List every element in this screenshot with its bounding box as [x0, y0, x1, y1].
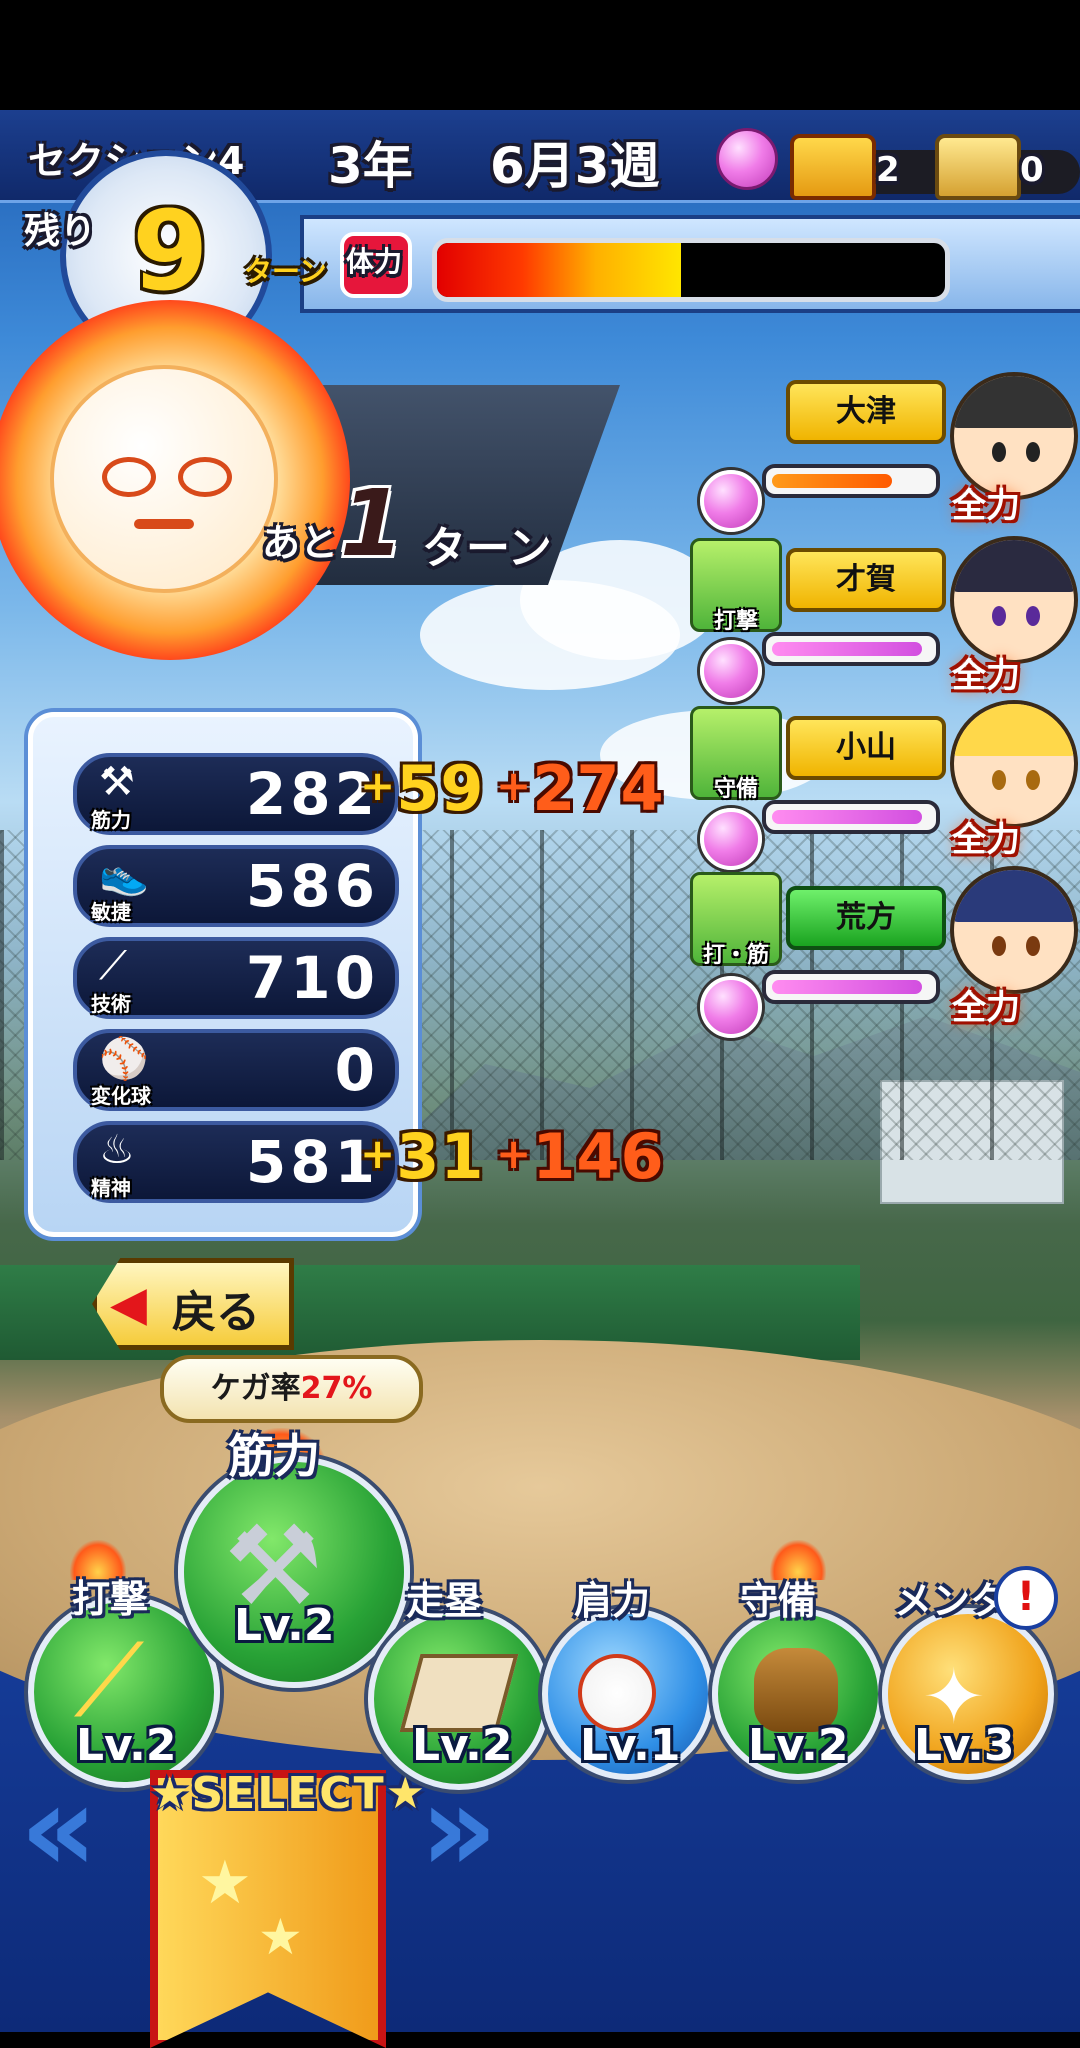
training-label: 守備	[740, 1579, 817, 1623]
pink-orb-icon	[700, 470, 762, 532]
arrow-left-icon: ◀	[110, 1276, 147, 1332]
chest-count: 0	[1020, 150, 1044, 190]
stat-value: 710	[245, 944, 379, 1012]
remaining-label: 残り	[24, 211, 97, 252]
stat-row-spirit: ♨ 精神 581	[73, 1121, 399, 1203]
alert-icon: !	[994, 1566, 1058, 1630]
date-label: 6月3週	[490, 137, 660, 195]
angry-ball-icon	[50, 365, 278, 593]
training-level: Lv.1	[580, 1720, 681, 1771]
partner-name-plate[interactable]: 大津	[786, 380, 946, 444]
bond-fill	[772, 980, 922, 994]
stat-row-power: ⚒ 筋力 282	[73, 753, 399, 835]
training-label: 打撃	[72, 1577, 149, 1621]
stamina-bar	[432, 238, 950, 302]
stat-value: 0	[334, 1036, 379, 1104]
stat-bonus-red: +146	[496, 1120, 665, 1193]
stat-value: 586	[245, 852, 379, 920]
stat-bonus-red: +274	[496, 752, 665, 825]
full-power-badge: 全力	[952, 656, 1020, 696]
partner-name-plate[interactable]: 才賀	[786, 548, 946, 612]
stat-label: 技術	[91, 992, 131, 1016]
event-prefix: あと	[262, 521, 339, 565]
pink-orb-icon	[716, 128, 778, 190]
ball-eye	[102, 457, 156, 497]
full-power-badge: 全力	[952, 988, 1020, 1028]
partner-name-plate[interactable]: 荒方	[786, 886, 946, 950]
pink-orb-icon	[700, 640, 762, 702]
training-level: Lv.2	[76, 1720, 177, 1771]
stamina-label: 体力	[346, 245, 403, 278]
bat-dumbbell-icon: 打・筋	[690, 872, 782, 968]
stat-bonus-yellow: +31	[360, 1120, 485, 1193]
treasure-chest-icon[interactable]	[790, 134, 876, 200]
stamina-fill	[437, 243, 681, 297]
star-icon: ★	[198, 1848, 252, 1918]
event-count: 1	[340, 470, 405, 577]
training-power-button-selected[interactable]: ⚒	[178, 1456, 410, 1688]
partner-name-plate[interactable]: 小山	[786, 716, 946, 780]
select-label: ★SELECT★	[150, 1768, 428, 1819]
stat-label: 敏捷	[91, 900, 131, 924]
stat-label: 精神	[91, 1176, 131, 1200]
ball-eye	[178, 457, 232, 497]
pink-orb-icon	[700, 808, 762, 870]
full-power-badge: 全力	[952, 820, 1020, 860]
ball-mouth	[134, 519, 194, 529]
glove-icon: 守備	[690, 706, 782, 802]
training-level: Lv.2	[412, 1720, 513, 1771]
bat-icon: 打撃	[690, 538, 782, 634]
bond-bar	[762, 970, 940, 1004]
turn-unit: ターン	[244, 255, 327, 288]
chest-count: 2	[876, 150, 900, 190]
gold-chest-icon[interactable]	[935, 134, 1021, 200]
training-label: 筋力	[228, 1429, 320, 1483]
training-label: 走塁	[406, 1579, 483, 1623]
partner-portrait[interactable]	[950, 700, 1078, 828]
partner-portrait[interactable]	[950, 536, 1078, 664]
injury-rate-badge: ケガ率27%	[160, 1355, 423, 1423]
bond-bar	[762, 464, 940, 498]
bond-fill	[772, 642, 922, 656]
stat-row-technique: ⟋ 技術 710	[73, 937, 399, 1019]
training-level: Lv.2	[748, 1720, 849, 1771]
pink-orb-icon	[700, 976, 762, 1038]
bond-fill	[772, 810, 922, 824]
training-level: Lv.3	[914, 1720, 1015, 1771]
bond-bar	[762, 632, 940, 666]
bond-bar	[762, 800, 940, 834]
partner-portrait[interactable]	[950, 866, 1078, 994]
training-label: 肩力	[574, 1579, 651, 1623]
star-icon: ★	[258, 1908, 303, 1966]
stat-row-breaking-ball: ⚾ 変化球 0	[73, 1029, 399, 1111]
stat-row-agility: 👟 敏捷 586	[73, 845, 399, 927]
chevron-left-icon: «	[20, 1760, 98, 1899]
year-label: 3年	[328, 137, 413, 195]
remaining-turns: 9	[132, 187, 209, 315]
training-label: メンタ	[894, 1579, 1009, 1623]
training-level: Lv.2	[234, 1600, 335, 1651]
stat-label: 筋力	[91, 808, 131, 832]
back-button-label: 戻る	[172, 1287, 260, 1338]
full-power-badge: 全力	[952, 486, 1020, 526]
event-suffix: ターン	[422, 523, 552, 574]
bond-fill	[772, 474, 892, 488]
stat-bonus-yellow: +59	[360, 752, 485, 825]
stat-label: 変化球	[91, 1084, 151, 1108]
